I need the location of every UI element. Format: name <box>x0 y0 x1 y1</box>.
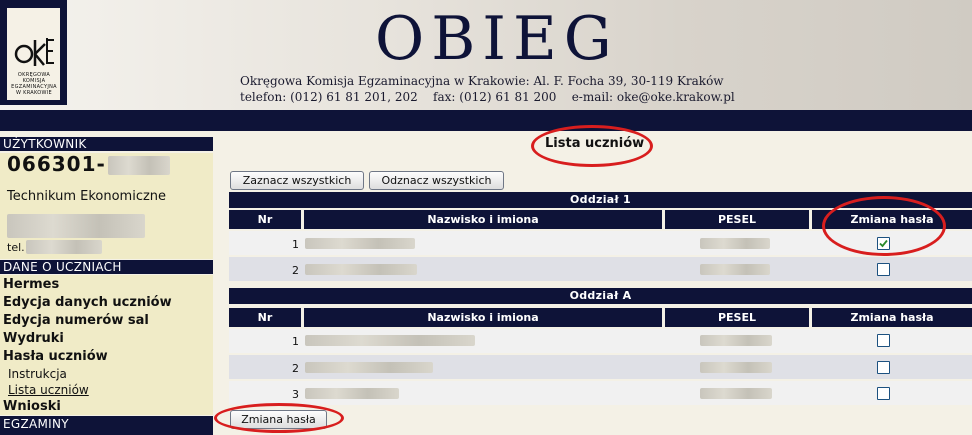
phone-label: tel. <box>7 241 25 254</box>
column-header-pesel: PESEL <box>665 308 809 327</box>
sidebar-item-applications[interactable]: Wnioski <box>3 399 61 414</box>
password-change-checkbox[interactable] <box>877 387 890 400</box>
redacted-pesel <box>700 335 772 346</box>
redacted-pesel <box>700 264 770 275</box>
redacted-pesel <box>700 388 772 399</box>
sidebar-header-user: UŻYTKOWNIK <box>0 137 213 151</box>
institution-address: Okręgowa Komisja Egzaminacyjna w Krakowi… <box>240 74 724 88</box>
password-change-checkbox[interactable] <box>877 361 890 374</box>
sidebar-item-hermes[interactable]: Hermes <box>3 277 59 292</box>
sidebar-item-student-passwords[interactable]: Hasła uczniów <box>3 349 108 364</box>
select-all-button[interactable]: Zaznacz wszystkich <box>230 171 364 190</box>
page-header: OKRĘGOWA KOMISJA EGZAMINACYJNA W KRAKOWI… <box>0 0 972 110</box>
redacted-name <box>305 362 433 373</box>
redacted-name <box>305 238 415 249</box>
redacted-pesel <box>700 238 770 249</box>
sidebar-header-exams: EGZAMINY <box>0 416 213 435</box>
column-header-nr: Nr <box>229 210 301 229</box>
annotation-ring-title <box>531 125 653 167</box>
redacted-name <box>305 264 417 275</box>
deselect-all-button[interactable]: Odznacz wszystkich <box>369 171 504 190</box>
column-header-password-change: Zmiana hasła <box>812 308 972 327</box>
user-id: 066301- <box>7 152 106 176</box>
password-change-checkbox[interactable] <box>877 263 890 276</box>
redacted-name <box>305 335 475 346</box>
sidebar-item-edit-rooms[interactable]: Edycja numerów sal <box>3 313 149 328</box>
redacted-user-id <box>108 156 170 175</box>
institution-contact: telefon: (012) 61 81 201, 202 fax: (012)… <box>240 90 735 104</box>
redacted-name <box>305 388 399 399</box>
row-number: 1 <box>292 335 299 348</box>
column-header-nr: Nr <box>229 308 301 327</box>
school-name: Technikum Ekonomiczne <box>7 189 167 204</box>
redacted-address <box>7 214 145 238</box>
row-number: 2 <box>292 362 299 375</box>
oke-logo-mark-icon <box>14 38 54 66</box>
column-header-pesel: PESEL <box>665 210 809 229</box>
sidebar-item-edit-students[interactable]: Edycja danych uczniów <box>3 295 172 310</box>
column-header-name: Nazwisko i imiona <box>304 308 662 327</box>
row-number: 3 <box>292 388 299 401</box>
password-change-checkbox[interactable] <box>877 334 890 347</box>
oke-logo: OKRĘGOWA KOMISJA EGZAMINACYJNA W KRAKOWI… <box>0 0 67 105</box>
sidebar-header-students: DANE O UCZNIACH <box>0 260 213 274</box>
top-nav-strip <box>0 110 972 131</box>
redacted-pesel <box>700 362 772 373</box>
row-number: 1 <box>292 238 299 251</box>
annotation-ring-password-column <box>822 196 946 256</box>
column-header-name: Nazwisko i imiona <box>304 210 662 229</box>
group-header-oddzial-a: Oddział A <box>229 288 972 304</box>
logo-caption: OKRĘGOWA KOMISJA EGZAMINACYJNA W KRAKOWI… <box>11 72 57 96</box>
sidebar-subitem-student-list[interactable]: Lista uczniów <box>8 383 89 397</box>
row-number: 2 <box>292 264 299 277</box>
sidebar-item-printouts[interactable]: Wydruki <box>3 331 64 346</box>
site-brand-title: OBIEG <box>375 4 619 74</box>
redacted-phone <box>26 240 102 254</box>
sidebar-subitem-instructions[interactable]: Instrukcja <box>8 367 67 381</box>
annotation-ring-submit <box>214 403 344 433</box>
